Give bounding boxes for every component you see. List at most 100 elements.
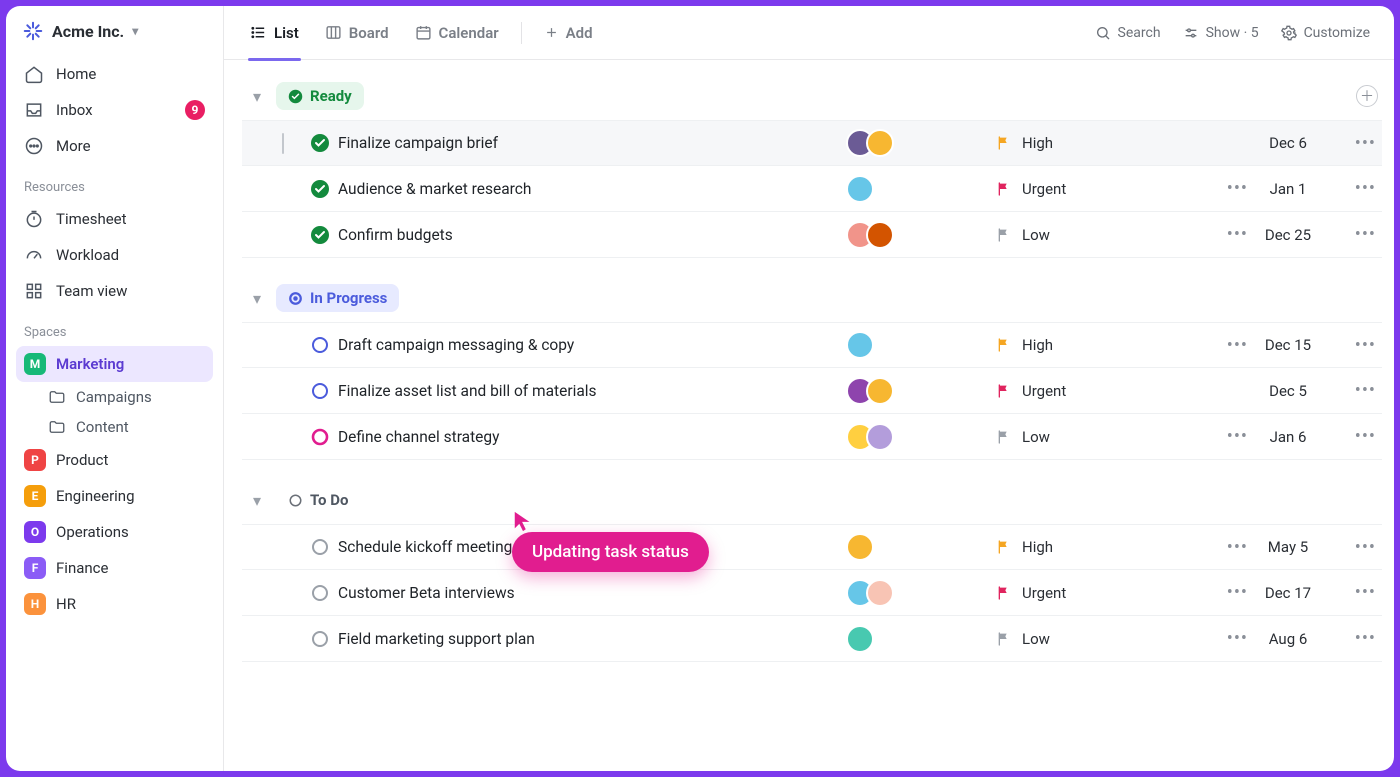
- task-row[interactable]: Schedule kickoff meetingHigh•••May 5•••: [242, 524, 1382, 570]
- priority-cell[interactable]: High: [996, 134, 1176, 152]
- task-row[interactable]: Define channel strategyLow•••Jan 6•••: [242, 414, 1382, 460]
- assignees[interactable]: [846, 625, 996, 653]
- avatar[interactable]: [866, 377, 894, 405]
- subtask-indicator-icon[interactable]: •••: [1227, 178, 1248, 199]
- nav-home[interactable]: Home: [16, 56, 213, 92]
- view-tab-board[interactable]: Board: [315, 6, 399, 60]
- task-checkbox[interactable]: [282, 134, 310, 153]
- assignees[interactable]: [846, 533, 996, 561]
- subtask-indicator-icon[interactable]: •••: [1227, 582, 1248, 603]
- status-circle-icon[interactable]: [310, 225, 330, 245]
- show-button[interactable]: Show · 5: [1175, 19, 1267, 47]
- priority-cell[interactable]: Urgent: [996, 382, 1176, 400]
- date-cell[interactable]: •••Dec 17: [1176, 582, 1316, 603]
- task-row[interactable]: Customer Beta interviewsUrgent•••Dec 17•…: [242, 570, 1382, 616]
- status-circle-icon[interactable]: [310, 629, 330, 649]
- avatar[interactable]: [866, 423, 894, 451]
- assignees[interactable]: [846, 423, 996, 451]
- avatar[interactable]: [866, 129, 894, 157]
- subtask-indicator-icon[interactable]: •••: [1227, 426, 1248, 447]
- assignees[interactable]: [846, 579, 996, 607]
- date-cell[interactable]: •••Jan 6: [1176, 426, 1316, 447]
- search-button[interactable]: Search: [1087, 19, 1169, 47]
- status-chip-ready[interactable]: Ready: [276, 82, 364, 110]
- priority-cell[interactable]: Urgent: [996, 180, 1176, 198]
- row-menu-button[interactable]: •••: [1355, 537, 1376, 558]
- priority-cell[interactable]: Urgent: [996, 584, 1176, 602]
- avatar[interactable]: [846, 625, 874, 653]
- task-row[interactable]: Draft campaign messaging & copyHigh•••De…: [242, 322, 1382, 368]
- avatar[interactable]: [846, 175, 874, 203]
- priority-cell[interactable]: Low: [996, 226, 1176, 244]
- space-item-marketing[interactable]: MMarketing: [16, 346, 213, 382]
- nav-inbox[interactable]: Inbox 9: [16, 92, 213, 128]
- priority-cell[interactable]: High: [996, 538, 1176, 556]
- nav-more[interactable]: More: [16, 128, 213, 164]
- space-item-engineering[interactable]: EEngineering: [16, 478, 213, 514]
- add-task-ready[interactable]: ＋: [1356, 85, 1378, 107]
- task-row[interactable]: Audience & market researchUrgent•••Jan 1…: [242, 166, 1382, 212]
- date-cell[interactable]: •••Aug 6: [1176, 628, 1316, 649]
- view-tab-calendar[interactable]: Calendar: [405, 6, 509, 60]
- subtask-indicator-icon[interactable]: •••: [1227, 224, 1248, 245]
- nav-teamview[interactable]: Team view: [16, 273, 213, 309]
- space-item-finance[interactable]: FFinance: [16, 550, 213, 586]
- assignees[interactable]: [846, 377, 996, 405]
- chevron-down-icon[interactable]: ▾: [248, 491, 266, 509]
- status-chip-todo[interactable]: To Do: [276, 486, 360, 514]
- status-circle-icon[interactable]: [310, 537, 330, 557]
- avatar[interactable]: [866, 221, 894, 249]
- date-cell[interactable]: Dec 5: [1176, 382, 1316, 400]
- status-circle-icon[interactable]: [310, 583, 330, 603]
- space-item-product[interactable]: PProduct: [16, 442, 213, 478]
- task-row[interactable]: Confirm budgetsLow•••Dec 25•••: [242, 212, 1382, 258]
- row-menu-button[interactable]: •••: [1355, 380, 1376, 401]
- row-menu-button[interactable]: •••: [1355, 628, 1376, 649]
- date-cell[interactable]: •••Dec 25: [1176, 224, 1316, 245]
- date-cell[interactable]: •••Dec 15: [1176, 335, 1316, 356]
- nav-timesheet[interactable]: Timesheet: [16, 201, 213, 237]
- assignees[interactable]: [846, 129, 996, 157]
- status-circle-icon[interactable]: [310, 179, 330, 199]
- view-tab-list[interactable]: List: [240, 6, 309, 60]
- priority-cell[interactable]: High: [996, 336, 1176, 354]
- chevron-down-icon[interactable]: ▾: [248, 87, 266, 105]
- row-menu-button[interactable]: •••: [1355, 178, 1376, 199]
- priority-cell[interactable]: Low: [996, 630, 1176, 648]
- row-menu-button[interactable]: •••: [1355, 133, 1376, 154]
- space-item-hr[interactable]: HHR: [16, 586, 213, 622]
- status-chip-progress[interactable]: In Progress: [276, 284, 399, 312]
- date-cell[interactable]: •••Jan 1: [1176, 178, 1316, 199]
- avatar[interactable]: [846, 331, 874, 359]
- add-view-button[interactable]: Add: [534, 6, 603, 60]
- row-menu-button[interactable]: •••: [1355, 224, 1376, 245]
- task-row[interactable]: Field marketing support planLow•••Aug 6•…: [242, 616, 1382, 662]
- avatar[interactable]: [846, 533, 874, 561]
- customize-button[interactable]: Customize: [1273, 19, 1378, 47]
- row-menu-button[interactable]: •••: [1355, 426, 1376, 447]
- subtask-indicator-icon[interactable]: •••: [1227, 628, 1248, 649]
- date-cell[interactable]: Dec 6: [1176, 134, 1316, 152]
- subtask-indicator-icon[interactable]: •••: [1227, 335, 1248, 356]
- workspace-switcher[interactable]: Acme Inc. ▾: [16, 6, 213, 56]
- avatar[interactable]: [866, 579, 894, 607]
- chevron-down-icon[interactable]: ▾: [248, 289, 266, 307]
- assignees[interactable]: [846, 175, 996, 203]
- assignees[interactable]: [846, 331, 996, 359]
- status-circle-icon[interactable]: [310, 133, 330, 153]
- task-row[interactable]: Finalize campaign briefHighDec 6•••: [242, 120, 1382, 166]
- status-circle-icon[interactable]: [310, 381, 330, 401]
- row-menu-button[interactable]: •••: [1355, 582, 1376, 603]
- subtask-indicator-icon[interactable]: •••: [1227, 537, 1248, 558]
- nav-workload[interactable]: Workload: [16, 237, 213, 273]
- space-item-operations[interactable]: OOperations: [16, 514, 213, 550]
- date-cell[interactable]: •••May 5: [1176, 537, 1316, 558]
- task-row[interactable]: Finalize asset list and bill of material…: [242, 368, 1382, 414]
- subspace-campaigns[interactable]: Campaigns: [16, 382, 213, 412]
- priority-cell[interactable]: Low: [996, 428, 1176, 446]
- status-circle-icon[interactable]: [310, 427, 330, 447]
- row-menu-button[interactable]: •••: [1355, 335, 1376, 356]
- assignees[interactable]: [846, 221, 996, 249]
- status-circle-icon[interactable]: [310, 335, 330, 355]
- subspace-content[interactable]: Content: [16, 412, 213, 442]
